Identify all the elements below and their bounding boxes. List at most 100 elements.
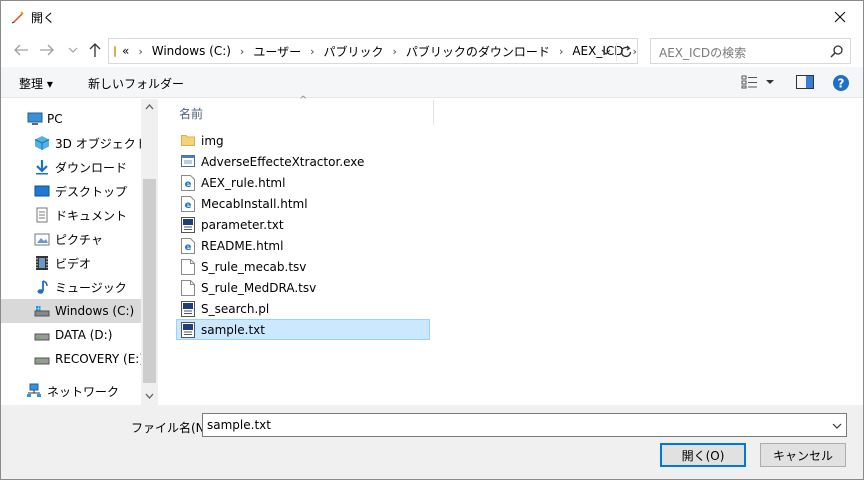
html-file-icon: e [181,238,195,254]
breadcrumb-separator-icon[interactable]: › [240,45,244,58]
address-dropdown-button[interactable] [601,45,611,59]
close-button[interactable] [817,1,863,33]
breadcrumb-item[interactable]: パブリック [324,43,384,60]
3d-objects-icon [34,135,50,151]
new-folder-button[interactable]: 新しいフォルダー [88,75,184,92]
sidebar-item-3d-objects[interactable]: 3D オブジェクト [1,131,148,155]
file-row[interactable]: S_rule_MedDRA.tsv [176,277,430,298]
chevron-down-icon [601,49,611,55]
file-name: S_rule_mecab.tsv [201,260,307,274]
scroll-down-icon [145,393,154,399]
file-row[interactable]: img [176,130,430,151]
preview-pane-button[interactable] [796,75,814,92]
refresh-icon [620,45,631,58]
file-name: README.html [201,239,284,253]
help-icon: ? [833,75,849,91]
file-row[interactable]: e MecabInstall.html [176,193,430,214]
open-button[interactable]: 開く(O) [660,443,746,467]
preview-pane-icon [796,75,814,89]
refresh-button[interactable] [616,43,634,61]
sort-ascending-icon: ^ [299,95,308,106]
file-name: AEX_rule.html [201,176,286,190]
file-name: parameter.txt [201,218,284,232]
sidebar-item-label: Windows (C:) [55,304,135,318]
help-button[interactable]: ? [832,74,850,95]
search-placeholder: AEX_ICDの検索 [659,46,747,60]
file-row[interactable]: parameter.txt [176,214,430,235]
breadcrumb-item[interactable]: パブリックのダウンロード [406,43,550,60]
sidebar-item-label: ドキュメント [55,208,128,223]
file-row[interactable]: S_rule_mecab.tsv [176,256,430,277]
navigation-bar: « › Windows (C:) › ユーザー › パブリック › パブリックの… [1,35,863,65]
sidebar-item-label: PC [47,112,63,126]
sidebar-item-documents[interactable]: ドキュメント [1,203,141,227]
sidebar-item-music[interactable]: ミュージック [1,275,141,299]
filename-input[interactable]: sample.txt [202,413,847,437]
file-list: ^ 名前 img AdverseEffecteXtractor.exe e AEX_r… [159,95,863,405]
svg-text:?: ? [838,77,845,91]
exe-file-icon [181,154,195,170]
filename-dropdown-button[interactable] [832,419,842,433]
organize-button[interactable]: 整理 ▾ [19,75,53,92]
sidebar-scrollbar[interactable] [141,99,158,405]
forward-button[interactable] [37,40,57,60]
back-button[interactable] [11,40,31,60]
scrollbar-thumb[interactable] [143,179,156,383]
breadcrumb-separator-icon[interactable]: › [393,45,397,58]
drive-c-icon [34,303,50,319]
txt-file-icon [181,217,195,233]
file-name: AdverseEffecteXtractor.exe [201,155,365,169]
search-input[interactable]: AEX_ICDの検索 [650,38,851,64]
close-icon [834,11,846,23]
sidebar-item-label: DATA (D:) [55,328,113,342]
view-options-button[interactable] [741,75,775,92]
breadcrumb-item[interactable]: Windows (C:) [152,44,231,58]
sidebar-item-downloads[interactable]: ダウンロード [1,155,141,179]
chevron-down-icon [832,423,842,429]
sidebar-item-label: ダウンロード [55,160,128,175]
sidebar-item-videos[interactable]: ビデオ [1,251,141,275]
tsv-file-icon [181,259,195,275]
pl-file-icon [181,301,195,317]
column-divider[interactable] [433,99,434,125]
sidebar-item-network[interactable]: ネットワーク [1,379,141,403]
navigation-pane: PC 3D オブジェクト ダウンロード デスクトップ ドキュメント ピクチャ ビ… [1,99,159,405]
file-row[interactable]: S_search.pl [176,298,430,319]
up-button[interactable] [85,40,105,60]
details-view-icon [741,75,774,89]
folder-icon [114,45,116,57]
sidebar-item-pc[interactable]: PC [1,107,141,131]
sidebar-item-windows-c[interactable]: Windows (C:) [1,299,141,323]
breadcrumb-overflow[interactable]: « [122,44,129,58]
sidebar-item-pictures[interactable]: ピクチャ [1,227,141,251]
recent-locations-button[interactable] [63,40,83,60]
sidebar-item-label: 3D オブジェクト [55,136,148,151]
file-row[interactable]: e README.html [176,235,430,256]
title-bar: 開く [1,1,863,33]
file-name: MecabInstall.html [201,197,308,211]
breadcrumb-separator-icon[interactable]: › [310,45,314,58]
file-name: S_search.pl [201,302,270,316]
svg-text:e: e [185,242,192,253]
sidebar-item-label: ネットワーク [47,384,120,399]
cancel-button[interactable]: キャンセル [760,443,846,467]
file-row[interactable]: e AEX_rule.html [176,172,430,193]
download-icon [34,159,50,175]
address-bar[interactable]: « › Windows (C:) › ユーザー › パブリック › パブリックの… [108,38,638,64]
pictures-icon [34,231,50,247]
sidebar-item-data-d[interactable]: DATA (D:) [1,323,141,347]
breadcrumb-separator-icon[interactable]: › [559,45,563,58]
sidebar-item-recovery-e[interactable]: RECOVERY (E:) [1,347,144,371]
column-header-name[interactable]: 名前 [179,105,203,122]
file-row[interactable]: sample.txt [176,319,430,340]
breadcrumb-item[interactable]: ユーザー [253,43,301,60]
filename-value: sample.txt [207,418,271,432]
txt-file-icon [181,322,195,338]
sidebar-item-label: ビデオ [55,256,92,271]
music-icon [34,279,50,295]
file-row[interactable]: AdverseEffecteXtractor.exe [176,151,430,172]
pc-icon [27,111,43,127]
breadcrumb-separator-icon[interactable]: › [138,45,142,58]
sidebar-item-desktop[interactable]: デスクトップ [1,179,141,203]
search-icon[interactable] [830,44,844,61]
